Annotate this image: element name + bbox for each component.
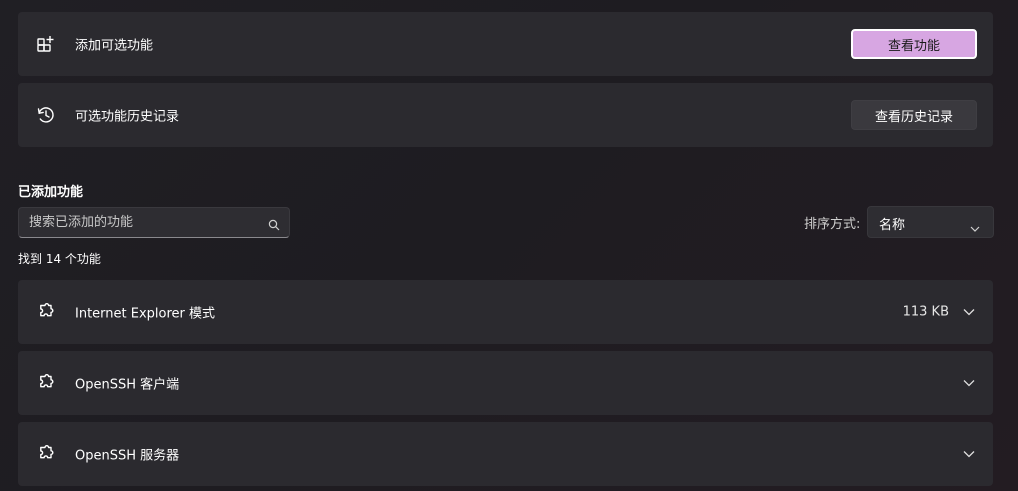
optional-features-page: 添加可选功能 查看功能 可选功能历史记录 查看历史记录 已添加功能 排序方式: … xyxy=(0,0,1018,491)
feature-row[interactable]: OpenSSH 服务器 xyxy=(18,422,993,486)
puzzle-icon xyxy=(35,443,57,465)
add-apps-icon xyxy=(35,33,57,55)
feature-name: Internet Explorer 模式 xyxy=(75,306,216,322)
installed-features-title: 已添加功能 xyxy=(18,185,84,200)
chevron-down-icon[interactable] xyxy=(962,307,976,317)
add-optional-feature-card: 添加可选功能 查看功能 xyxy=(18,12,993,76)
optional-feature-history-card: 可选功能历史记录 查看历史记录 xyxy=(18,83,993,147)
view-features-button[interactable]: 查看功能 xyxy=(851,29,977,59)
feature-row[interactable]: OpenSSH 客户端 xyxy=(18,351,993,415)
view-history-button[interactable]: 查看历史记录 xyxy=(851,100,977,130)
puzzle-icon xyxy=(35,301,57,323)
add-optional-feature-label: 添加可选功能 xyxy=(75,38,154,54)
search-box xyxy=(18,207,290,238)
optional-feature-history-label: 可选功能历史记录 xyxy=(75,109,180,125)
found-count: 找到 14 个功能 xyxy=(18,252,101,266)
sort-label: 排序方式: xyxy=(804,217,861,232)
chevron-down-icon xyxy=(970,218,980,232)
feature-row[interactable]: Internet Explorer 模式 113 KB xyxy=(18,280,993,344)
feature-name: OpenSSH 客户端 xyxy=(75,377,180,393)
search-input[interactable] xyxy=(29,208,259,237)
sort-dropdown[interactable]: 名称 xyxy=(867,206,994,238)
feature-name: OpenSSH 服务器 xyxy=(75,448,180,464)
chevron-down-icon[interactable] xyxy=(962,449,976,459)
history-icon xyxy=(35,104,57,126)
feature-size: 113 KB xyxy=(902,304,949,320)
search-icon[interactable] xyxy=(268,216,280,231)
sort-value: 名称 xyxy=(879,218,906,233)
puzzle-icon xyxy=(35,372,57,394)
chevron-down-icon[interactable] xyxy=(962,378,976,388)
